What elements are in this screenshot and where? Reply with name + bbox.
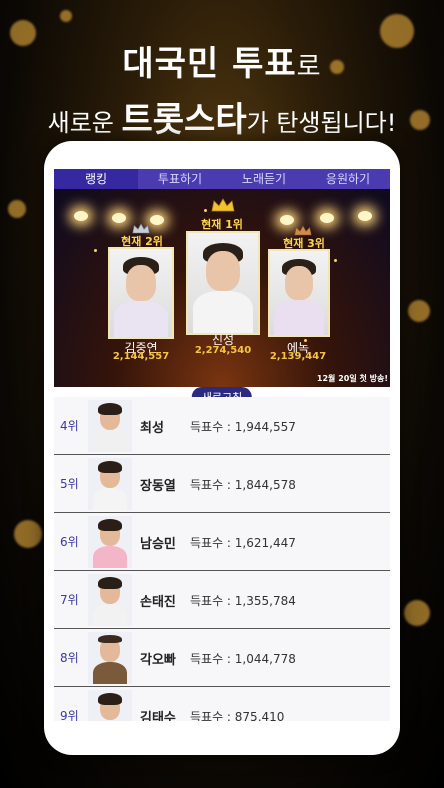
stage-light [74, 211, 88, 221]
bokeh-light [60, 10, 72, 22]
avatar [88, 690, 132, 721]
phone-frame: 랭킹 투표하기 노래듣기 응원하기 현재 1위 신성 2,274,540 현재 … [44, 141, 400, 755]
singer-name: 김태수 [140, 711, 176, 721]
singer-name: 장동열 [140, 479, 176, 494]
headline-big: 트롯스타 [121, 100, 247, 140]
list-item[interactable]: 6위 남승민 득표수 : 1,621,447 [54, 513, 390, 571]
vote-count: 득표수 : 1,944,557 [190, 420, 296, 434]
vote-count: 득표수 : 1,355,784 [190, 594, 296, 608]
rank-label-1: 현재 1위 [201, 218, 243, 231]
avatar [88, 574, 132, 626]
rank-number: 5위 [60, 477, 79, 491]
tab-cheer[interactable]: 응원하기 [306, 169, 390, 189]
bokeh-light [404, 600, 430, 626]
tab-listen[interactable]: 노래듣기 [222, 169, 306, 189]
headline-suffix: 로 [296, 52, 322, 82]
singer-name: 각오빠 [140, 653, 176, 668]
top-votes-3: 2,139,447 [269, 351, 327, 362]
rank-number: 8위 [60, 651, 79, 665]
rank-number: 6위 [60, 535, 79, 549]
portrait-3rd[interactable] [268, 249, 330, 337]
vote-count: 득표수 : 1,844,578 [190, 478, 296, 492]
tab-bar: 랭킹 투표하기 노래듣기 응원하기 [54, 169, 390, 189]
headline-main: 대국민 투표 [122, 44, 297, 84]
sparkle [334, 259, 337, 262]
stage-light [280, 215, 294, 225]
headline-line-2: 새로운 트롯스타가 탄생됩니다! [0, 92, 444, 141]
rank-number: 9위 [60, 709, 79, 721]
singer-name: 최성 [140, 421, 164, 436]
top3-stage: 현재 1위 신성 2,274,540 현재 2위 김중연 2,144,557 현… [54, 189, 390, 387]
broadcast-note: 12월 20일 첫 방송! [316, 374, 388, 383]
bokeh-light [8, 200, 26, 218]
vote-count: 득표수 : 1,621,447 [190, 536, 296, 550]
stage-light [112, 213, 126, 223]
headline-suffix-2: 가 탄생됩니다! [246, 109, 397, 137]
headline-prefix: 새로운 [47, 109, 122, 137]
avatar [88, 458, 132, 510]
vote-count: 득표수 : 1,044,778 [190, 652, 296, 666]
tab-vote[interactable]: 투표하기 [138, 169, 222, 189]
avatar [88, 516, 132, 568]
top-votes-2: 2,144,557 [112, 351, 170, 362]
stage-light [150, 215, 164, 225]
silver-crown-icon [132, 219, 150, 234]
app-screen: 랭킹 투표하기 노래듣기 응원하기 현재 1위 신성 2,274,540 현재 … [54, 169, 390, 721]
avatar [88, 632, 132, 684]
stage-light [358, 211, 372, 221]
rank-number: 4위 [60, 419, 79, 433]
ranking-list: 4위 최성 득표수 : 1,944,557 5위 장동열 득표수 : 1,844… [54, 397, 390, 721]
list-item[interactable]: 8위 각오빠 득표수 : 1,044,778 [54, 629, 390, 687]
list-item[interactable]: 4위 최성 득표수 : 1,944,557 [54, 397, 390, 455]
top-votes-1: 2,274,540 [194, 345, 252, 356]
portrait-1st[interactable] [186, 231, 260, 335]
portrait-2nd[interactable] [108, 247, 174, 339]
singer-name: 손태진 [140, 595, 176, 610]
sparkle [204, 209, 207, 212]
list-item[interactable]: 7위 손태진 득표수 : 1,355,784 [54, 571, 390, 629]
gold-crown-icon [211, 197, 235, 212]
rank-number: 7위 [60, 593, 79, 607]
tab-ranking[interactable]: 랭킹 [54, 169, 138, 189]
singer-name: 남승민 [140, 537, 176, 552]
list-item[interactable]: 5위 장동열 득표수 : 1,844,578 [54, 455, 390, 513]
avatar [88, 400, 132, 452]
list-item[interactable]: 9위 김태수 득표수 : 875,410 [54, 687, 390, 721]
bokeh-light [14, 520, 42, 548]
sparkle [94, 249, 97, 252]
bronze-crown-icon [294, 221, 312, 236]
stage-light [320, 213, 334, 223]
vote-count: 득표수 : 875,410 [190, 710, 285, 721]
headline-line-1: 대국민 투표로 [0, 36, 444, 85]
bokeh-light [408, 300, 430, 322]
